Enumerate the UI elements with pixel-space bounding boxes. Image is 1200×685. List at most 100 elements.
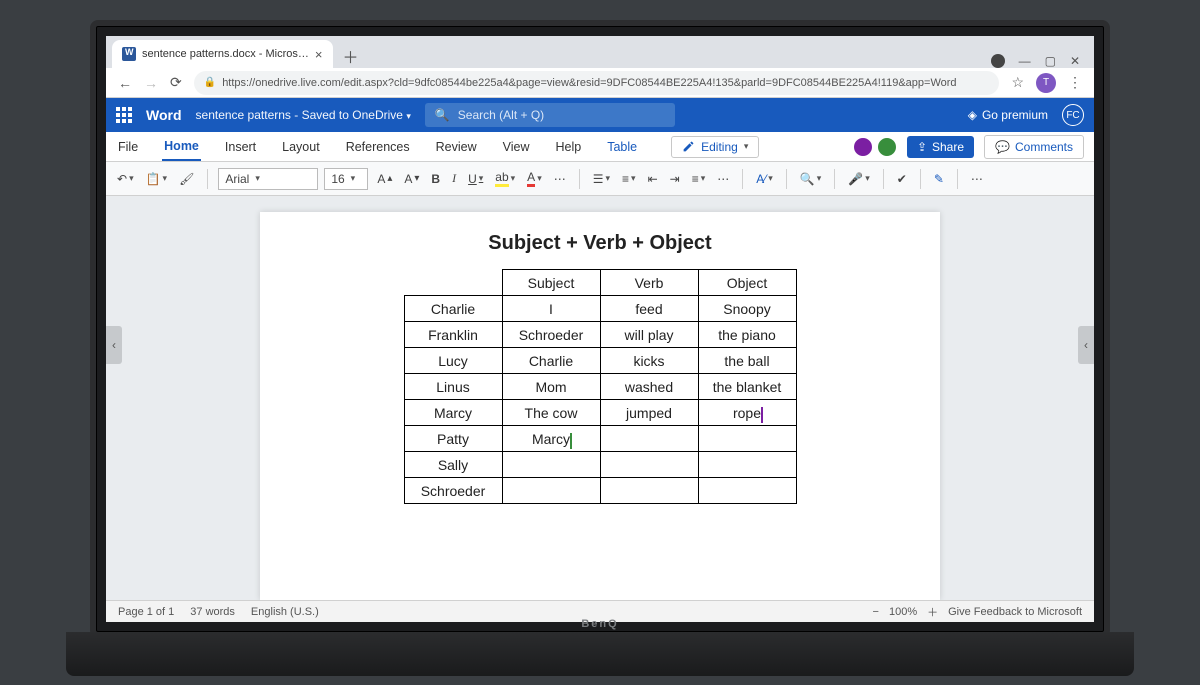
browser-tab[interactable]: sentence patterns.docx - Micros… × (112, 40, 333, 68)
tab-close-icon[interactable]: × (315, 47, 323, 62)
nav-back-icon[interactable]: ← (118, 75, 132, 91)
designer-button[interactable]: ✎ (931, 172, 947, 186)
table-cell[interactable]: the piano (698, 322, 796, 348)
share-button[interactable]: ⇪ Share (907, 136, 974, 158)
dictate-button[interactable]: 🎤▾ (845, 172, 872, 186)
tab-review[interactable]: Review (434, 134, 479, 160)
tab-help[interactable]: Help (554, 134, 584, 160)
doc-name[interactable]: sentence patterns - Saved to OneDrive ▾ (196, 108, 411, 122)
table-header-subject[interactable]: Subject (502, 270, 600, 296)
zoom-in-button[interactable]: ＋ (927, 604, 938, 620)
zoom-level[interactable]: 100% (889, 606, 917, 618)
indent-button[interactable]: ⇥ (667, 172, 683, 186)
bold-button[interactable]: B (428, 172, 443, 186)
shrink-font-button[interactable]: A▾ (401, 172, 422, 186)
tab-home[interactable]: Home (162, 133, 201, 161)
table-cell[interactable] (502, 452, 600, 478)
tab-layout[interactable]: Layout (280, 134, 322, 160)
table-cell[interactable] (502, 478, 600, 504)
app-launcher-icon[interactable] (116, 107, 132, 123)
paste-button[interactable]: 📋▾ (143, 172, 170, 186)
table-cell[interactable]: washed (600, 374, 698, 400)
table-cell[interactable]: kicks (600, 348, 698, 374)
table-cell[interactable]: Schroeder (404, 478, 502, 504)
zoom-out-button[interactable]: − (873, 606, 879, 618)
tab-file[interactable]: File (116, 134, 140, 160)
status-lang[interactable]: English (U.S.) (251, 606, 319, 618)
table-cell[interactable]: the ball (698, 348, 796, 374)
highlight-button[interactable]: ab▾ (492, 170, 518, 187)
status-page[interactable]: Page 1 of 1 (118, 606, 174, 618)
numbering-button[interactable]: ≡▾ (619, 172, 639, 186)
nav-forward-icon[interactable]: → (144, 75, 158, 91)
font-family-select[interactable]: Arial▾ (218, 168, 318, 190)
more-font-button[interactable]: ⋯ (551, 172, 569, 186)
tab-insert[interactable]: Insert (223, 134, 258, 160)
browser-avatar[interactable]: T (1036, 73, 1056, 93)
undo-button[interactable]: ↶▾ (114, 172, 137, 186)
table-cell[interactable]: Marcy (502, 426, 600, 452)
search-box[interactable]: 🔍 Search (Alt + Q) (425, 103, 675, 127)
font-color-button[interactable]: A▾ (524, 170, 545, 187)
table-cell[interactable] (698, 478, 796, 504)
left-pane-handle[interactable]: ‹ (106, 326, 122, 364)
table-cell[interactable] (600, 478, 698, 504)
feedback-link[interactable]: Give Feedback to Microsoft (948, 606, 1082, 618)
table-cell[interactable]: Charlie (404, 296, 502, 322)
table-cell[interactable] (600, 426, 698, 452)
table-cell[interactable] (600, 452, 698, 478)
bullets-button[interactable]: ☰▾ (590, 172, 613, 186)
window-maximize-icon[interactable]: ▢ (1045, 54, 1056, 68)
find-button[interactable]: 🔍▾ (797, 172, 824, 186)
presence-avatars[interactable] (853, 137, 897, 157)
go-premium-button[interactable]: ◈ Go premium (968, 108, 1048, 122)
overflow-button[interactable]: ⋯ (968, 172, 986, 186)
tab-table[interactable]: Table (605, 134, 639, 160)
window-minimize-icon[interactable]: — (1019, 54, 1031, 68)
document-page[interactable]: Subject + Verb + Object Subject Verb Obj… (260, 212, 940, 600)
table-cell[interactable]: Lucy (404, 348, 502, 374)
table-cell[interactable] (698, 426, 796, 452)
font-size-select[interactable]: 16▾ (324, 168, 368, 190)
table-cell[interactable]: Schroeder (502, 322, 600, 348)
format-painter-button[interactable]: 🖌 (176, 172, 197, 186)
grow-font-button[interactable]: A▴ (374, 172, 395, 186)
window-close-icon[interactable]: ✕ (1070, 54, 1080, 68)
doc-table[interactable]: Subject Verb Object CharlieIfeedSnoopyFr… (404, 269, 797, 504)
styles-button[interactable]: A⁄▾ (753, 172, 776, 186)
table-cell[interactable]: feed (600, 296, 698, 322)
table-header-object[interactable]: Object (698, 270, 796, 296)
table-cell[interactable]: The cow (502, 400, 600, 426)
tab-references[interactable]: References (344, 134, 412, 160)
table-cell[interactable]: Patty (404, 426, 502, 452)
editor-button[interactable]: ✔ (894, 172, 910, 186)
table-cell[interactable]: the blanket (698, 374, 796, 400)
table-cell[interactable]: jumped (600, 400, 698, 426)
account-dot-icon[interactable] (991, 54, 1005, 68)
tab-view[interactable]: View (501, 134, 532, 160)
nav-reload-icon[interactable]: ⟳ (170, 74, 182, 91)
new-tab-button[interactable]: ＋ (339, 44, 363, 68)
table-cell[interactable]: Charlie (502, 348, 600, 374)
more-para-button[interactable]: ⋯ (714, 172, 732, 186)
table-cell[interactable]: Linus (404, 374, 502, 400)
underline-button[interactable]: U▾ (465, 172, 486, 186)
favorite-icon[interactable]: ☆ (1011, 74, 1024, 91)
user-avatar[interactable]: FC (1062, 104, 1084, 126)
editing-mode-button[interactable]: Editing ▾ (671, 136, 759, 158)
italic-button[interactable]: I (449, 171, 459, 186)
right-pane-handle[interactable]: ‹ (1078, 326, 1094, 364)
outdent-button[interactable]: ⇤ (645, 172, 661, 186)
table-cell[interactable]: Mom (502, 374, 600, 400)
table-cell[interactable]: Snoopy (698, 296, 796, 322)
comments-button[interactable]: 💬 Comments (984, 135, 1084, 159)
table-header-verb[interactable]: Verb (600, 270, 698, 296)
table-cell[interactable]: rope (698, 400, 796, 426)
table-cell[interactable]: I (502, 296, 600, 322)
table-cell[interactable] (698, 452, 796, 478)
table-cell[interactable]: Franklin (404, 322, 502, 348)
align-button[interactable]: ≡▾ (689, 172, 709, 186)
table-cell[interactable]: Sally (404, 452, 502, 478)
status-words[interactable]: 37 words (190, 606, 235, 618)
document-canvas[interactable]: ‹ ‹ Subject + Verb + Object Subject Verb… (106, 196, 1094, 600)
